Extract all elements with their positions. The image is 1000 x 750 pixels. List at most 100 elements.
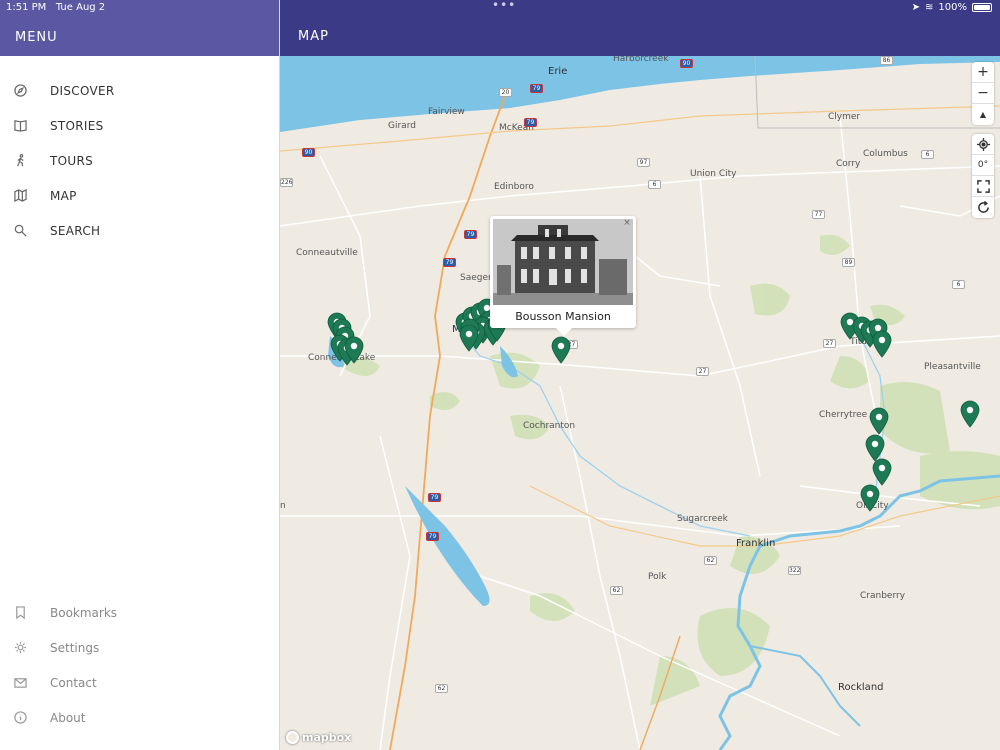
map-label: Conneautville: [296, 248, 358, 258]
map-marker[interactable]: [872, 458, 892, 486]
map-label: n: [280, 501, 286, 511]
route-shield: 62: [704, 556, 717, 565]
route-shield: 27: [696, 367, 709, 376]
route-shield: 97: [637, 158, 650, 167]
mansion-photo: [493, 219, 633, 305]
map-marker[interactable]: [551, 336, 571, 364]
nav-tours[interactable]: TOURS: [0, 143, 279, 178]
map-label: Rockland: [838, 682, 884, 693]
mapbox-icon: [286, 731, 299, 744]
route-shield: 27: [823, 339, 836, 348]
location-popup[interactable]: × Bousson Mansion: [490, 216, 636, 336]
status-right: ➤ ≋ 100%: [912, 2, 992, 13]
nav-about[interactable]: About: [0, 700, 279, 735]
map-label: Cranberry: [860, 591, 906, 601]
route-shield: 79: [464, 230, 477, 239]
nav-label: DISCOVER: [50, 83, 115, 98]
reset-button[interactable]: [972, 197, 994, 218]
map-label: Clymer: [828, 112, 861, 122]
route-shield: 6: [921, 150, 934, 159]
mail-icon: [14, 678, 27, 688]
crosshair-icon: [976, 137, 990, 151]
nav-discover[interactable]: DISCOVER: [0, 73, 279, 108]
nav-stories[interactable]: STORIES: [0, 108, 279, 143]
location-icon: ➤: [911, 2, 921, 13]
fullscreen-button[interactable]: [972, 176, 994, 197]
route-shield: 86: [880, 56, 893, 65]
nav-search[interactable]: SEARCH: [0, 213, 279, 248]
map-label: Cherrytree: [819, 410, 868, 420]
map-label: Saeger: [460, 273, 492, 283]
route-shield: 90: [302, 148, 315, 157]
compass-icon: [14, 84, 27, 97]
nav-label: Contact: [50, 675, 97, 690]
route-shield: 79: [428, 493, 441, 502]
nav-label: TOURS: [50, 153, 94, 168]
map-marker[interactable]: [860, 484, 880, 512]
route-shield: 90: [680, 59, 693, 68]
map-label: Harborcreek: [613, 56, 669, 64]
route-shield: 226: [280, 178, 293, 187]
compass-button[interactable]: ▲: [972, 104, 994, 125]
map-label: Erie: [548, 66, 568, 77]
route-shield: 79: [524, 118, 537, 127]
route-shield: 6: [648, 180, 661, 189]
route-shield: 20: [499, 88, 512, 97]
zoom-controls: + − ▲: [972, 62, 994, 125]
walking-icon: [17, 154, 24, 167]
mapbox-logo[interactable]: mapbox: [286, 731, 351, 744]
nav-label: SEARCH: [50, 223, 101, 238]
map-label: Edinboro: [494, 182, 534, 192]
nav-bookmarks[interactable]: Bookmarks: [0, 595, 279, 630]
zoom-in-button[interactable]: +: [972, 62, 994, 83]
popup-close-button[interactable]: ×: [621, 217, 633, 229]
route-shield: 79: [443, 258, 456, 267]
map-marker[interactable]: [869, 407, 889, 435]
route-shield: 62: [435, 684, 448, 693]
nav-label: Settings: [50, 640, 100, 655]
fullscreen-icon: [976, 179, 990, 193]
battery-icon: [972, 3, 992, 12]
nav-label: About: [50, 710, 86, 725]
map-label: Cochranton: [523, 421, 576, 431]
nav-map[interactable]: MAP: [0, 178, 279, 213]
status-time: 1:51 PM Tue Aug 2: [6, 2, 106, 13]
bearing-display[interactable]: 0°: [972, 155, 994, 176]
multitask-dots[interactable]: •••: [492, 0, 516, 12]
view-controls: 0°: [972, 134, 994, 218]
map-label: Pleasantville: [924, 362, 981, 372]
book-icon: [14, 120, 27, 132]
nav-settings[interactable]: Settings: [0, 630, 279, 665]
map-icon: [14, 189, 27, 202]
map-marker[interactable]: [872, 330, 892, 358]
popup-title[interactable]: Bousson Mansion: [490, 310, 636, 323]
route-shield: 322: [788, 566, 801, 575]
map-label: Franklin: [736, 538, 776, 549]
nav-contact[interactable]: Contact: [0, 665, 279, 700]
route-shield: 77: [812, 210, 825, 219]
map-label: Polk: [648, 572, 667, 582]
battery-percent: 100%: [938, 2, 967, 13]
map-view[interactable]: Erie Harborcreek Fairview Girard McKean …: [280, 56, 1000, 750]
map-label: Fairview: [428, 107, 465, 117]
refresh-icon: [977, 201, 989, 213]
locate-button[interactable]: [972, 134, 994, 155]
route-shield: 62: [610, 586, 623, 595]
route-shield: 79: [530, 84, 543, 93]
gear-icon: [14, 641, 27, 654]
map-label: Sugarcreek: [677, 514, 728, 524]
nav-label: Bookmarks: [50, 605, 118, 620]
search-icon: [14, 224, 27, 237]
footer-nav: Bookmarks Settings Contact About: [0, 595, 279, 735]
map-marker[interactable]: [344, 336, 364, 364]
map-marker[interactable]: [459, 324, 479, 352]
side-menu: MENU DISCOVER STORIES TOURS MAP SEARCH B…: [0, 0, 280, 750]
route-shield: 79: [426, 532, 439, 541]
map-label: Columbus: [863, 149, 908, 159]
nav-label: STORIES: [50, 118, 104, 133]
map-marker[interactable]: [960, 400, 980, 428]
main-nav: DISCOVER STORIES TOURS MAP SEARCH: [0, 73, 279, 248]
map-label: Union City: [690, 169, 737, 179]
map-label: Girard: [388, 121, 416, 131]
zoom-out-button[interactable]: −: [972, 83, 994, 104]
